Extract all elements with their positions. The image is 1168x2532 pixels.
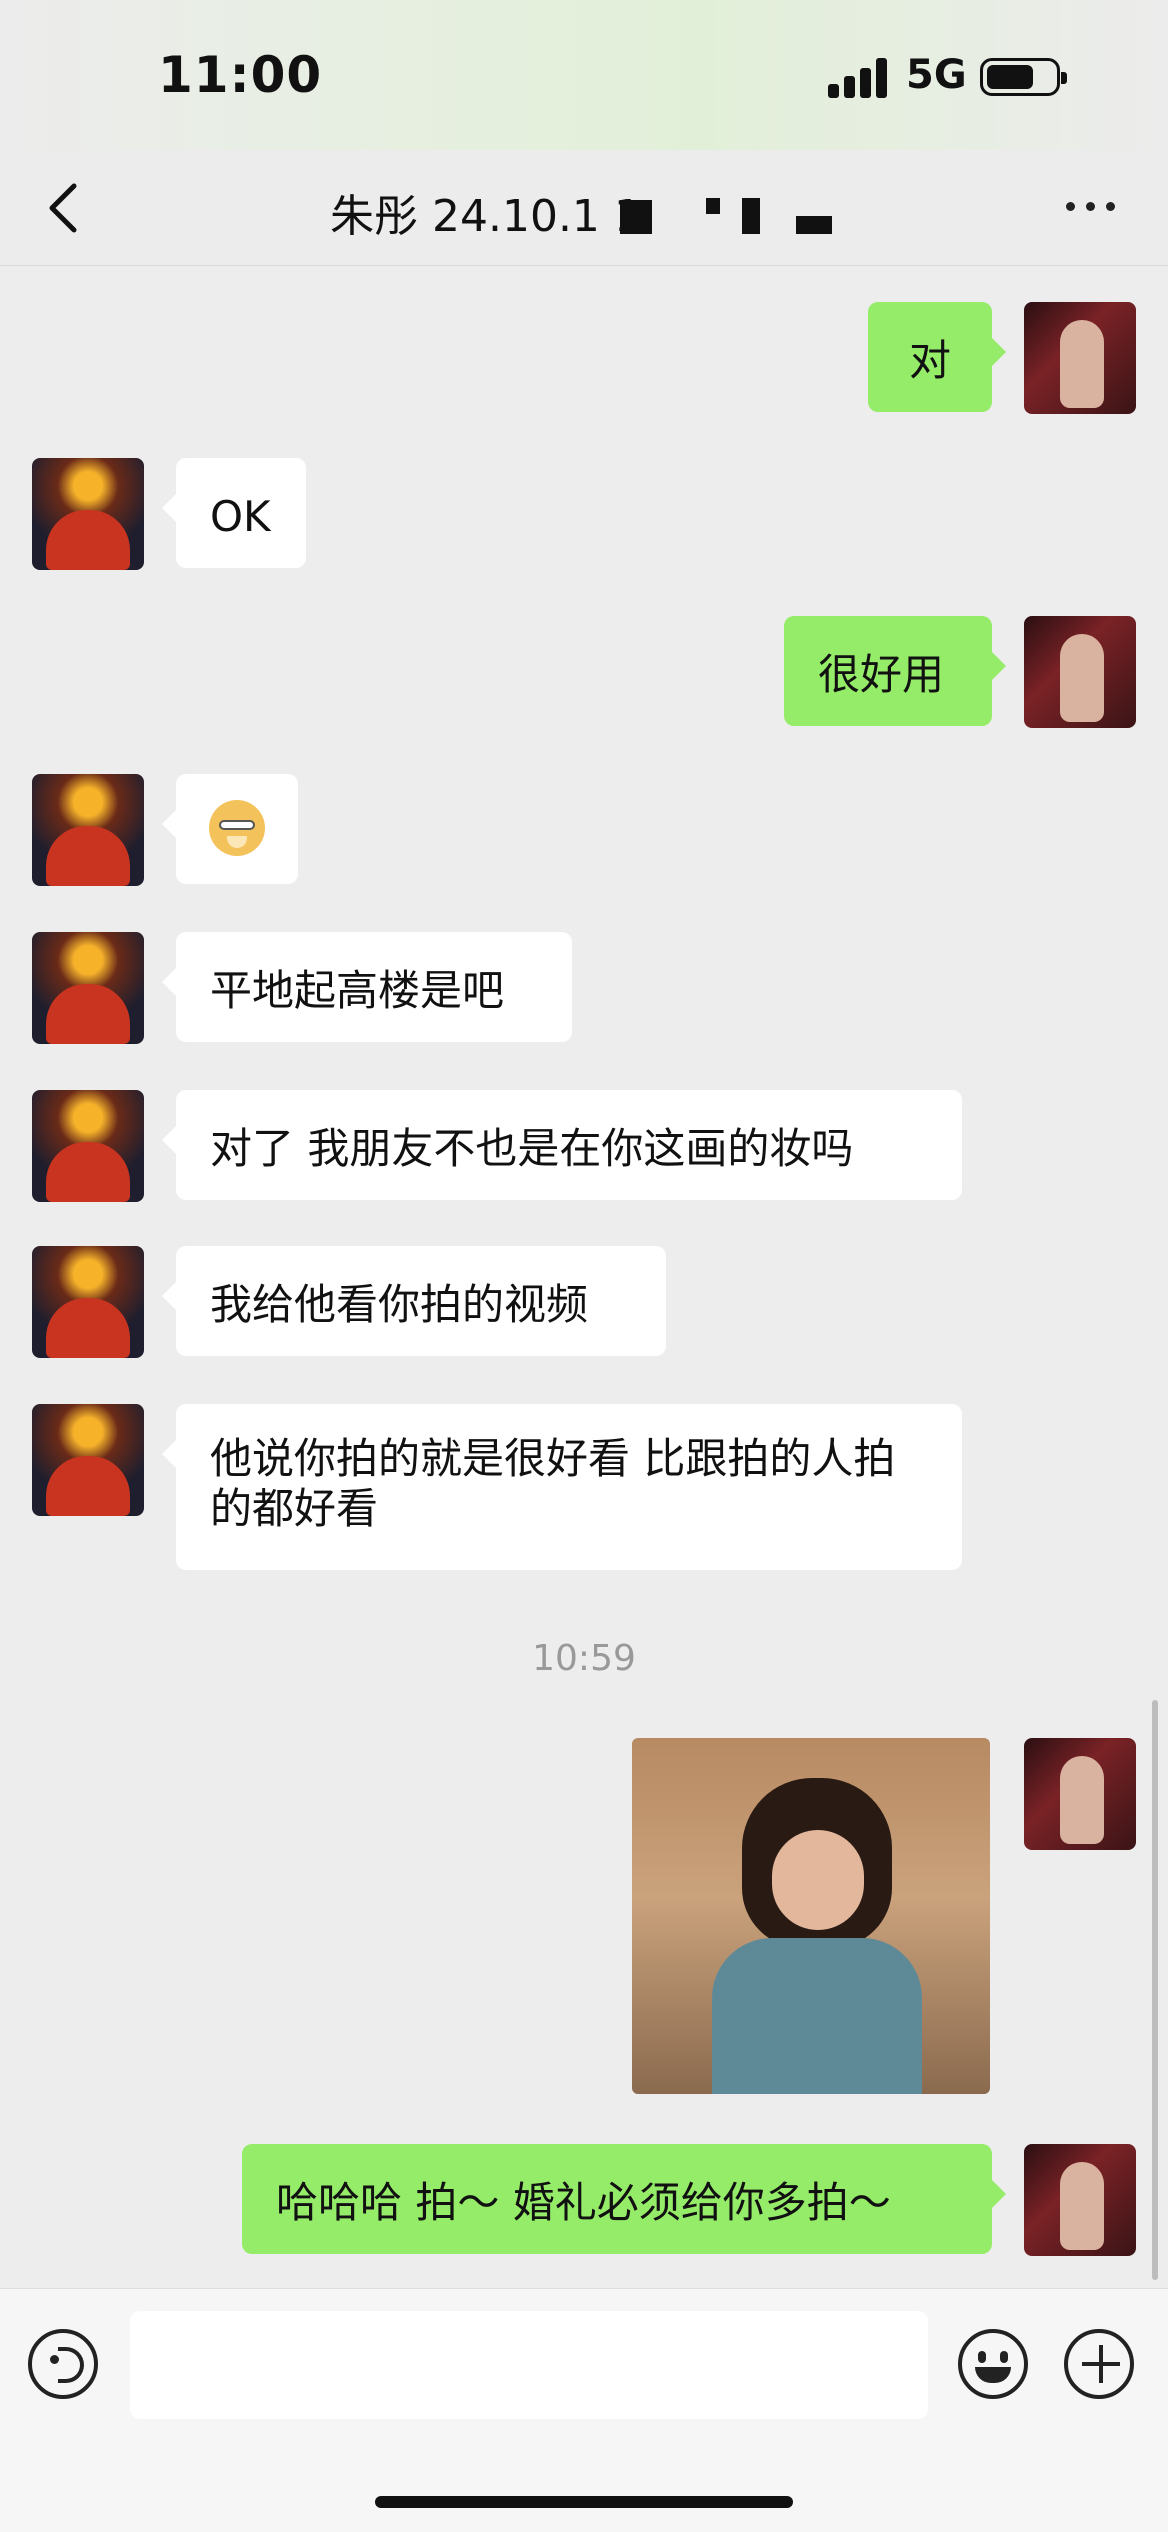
message-input[interactable] [130, 2311, 928, 2419]
battery-icon [980, 58, 1067, 96]
contact-avatar[interactable] [32, 774, 144, 886]
contact-avatar[interactable] [32, 458, 144, 570]
plus-icon[interactable] [1064, 2329, 1134, 2399]
contact-avatar[interactable] [32, 1404, 144, 1516]
message-text: 平地起高楼是吧 [210, 966, 505, 1015]
message-bubble-incoming[interactable]: 我给他看你拍的视频 [162, 1246, 666, 1356]
chat-title: 朱彤 24.10.1 1 [330, 191, 642, 242]
signal-icon [828, 58, 890, 98]
contact-avatar[interactable] [32, 1246, 144, 1358]
message-bubble-incoming[interactable]: 他说你拍的就是很好看 比跟拍的人拍的都好看 [162, 1404, 962, 1570]
message-text: 对了 我朋友不也是在你这画的妆吗 [210, 1124, 854, 1173]
message-text: 哈哈哈 拍～ 婚礼必须给你多拍～ [276, 2178, 891, 2227]
message-bubble-outgoing[interactable]: 对 [868, 302, 1006, 412]
message-text: OK [210, 492, 271, 541]
message-timestamp: 10:59 [532, 1638, 636, 1679]
message-bubble-incoming[interactable] [162, 774, 298, 884]
message-bubble-incoming[interactable]: OK [162, 458, 306, 568]
contact-avatar[interactable] [32, 1090, 144, 1202]
message-bubble-outgoing[interactable]: 哈哈哈 拍～ 婚礼必须给你多拍～ [242, 2144, 1006, 2254]
message-bubble-outgoing[interactable]: 很好用 [784, 616, 1006, 726]
scrollbar[interactable] [1152, 1700, 1158, 2280]
more-options-icon[interactable] [1062, 190, 1122, 220]
message-text: 我给他看你拍的视频 [210, 1280, 589, 1329]
message-text: 他说你拍的就是很好看 比跟拍的人拍的都好看 [210, 1434, 896, 1533]
status-time: 11:00 [158, 46, 323, 104]
network-type: 5G [906, 52, 967, 98]
message-text: 对 [908, 336, 951, 385]
my-avatar[interactable] [1024, 302, 1136, 414]
emoji-icon[interactable] [958, 2329, 1028, 2399]
message-bubble-incoming[interactable]: 平地起高楼是吧 [162, 932, 572, 1042]
girl-photo-sticker[interactable] [632, 1738, 990, 2094]
chat-header: 朱彤 24.10.1 1 [0, 150, 1168, 266]
home-indicator[interactable] [375, 2496, 793, 2508]
my-avatar[interactable] [1024, 2144, 1136, 2256]
back-icon[interactable] [36, 178, 96, 238]
message-text: 很好用 [818, 650, 945, 699]
voice-input-icon[interactable] [28, 2329, 98, 2399]
my-avatar[interactable] [1024, 616, 1136, 728]
message-bubble-incoming[interactable]: 对了 我朋友不也是在你这画的妆吗 [162, 1090, 962, 1200]
contact-avatar[interactable] [32, 932, 144, 1044]
status-bar: 11:00 5G [0, 0, 1168, 150]
my-avatar[interactable] [1024, 1738, 1136, 1850]
doge-emoji-sticker [209, 800, 265, 856]
